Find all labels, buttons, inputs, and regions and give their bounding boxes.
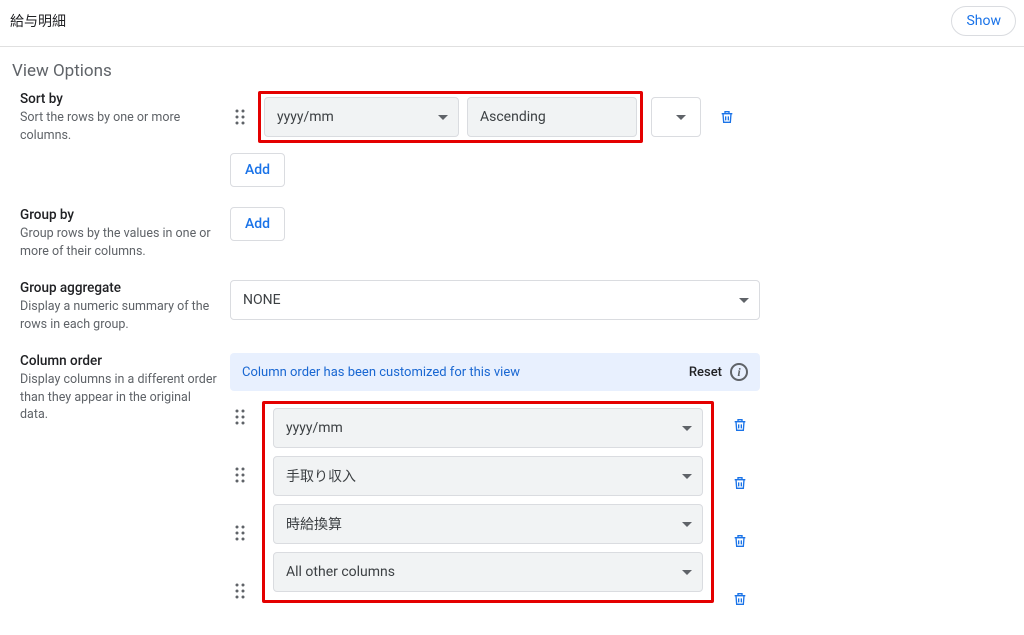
- drag-handle-icon[interactable]: [230, 467, 250, 507]
- group-aggregate-label: Group aggregate: [20, 280, 220, 296]
- column-order-banner: Column order has been customized for thi…: [230, 353, 760, 391]
- reset-column-order-button[interactable]: Reset: [689, 365, 722, 380]
- delete-column-button[interactable]: [722, 463, 758, 503]
- delete-column-button[interactable]: [722, 405, 758, 445]
- sort-column-value: yyyy/mm: [277, 109, 334, 125]
- group-aggregate-dropdown[interactable]: NONE: [230, 280, 760, 320]
- add-group-button[interactable]: Add: [230, 207, 285, 241]
- delete-column-button[interactable]: [722, 579, 758, 619]
- sort-by-label: Sort by: [20, 91, 220, 107]
- column-order-label: Column order: [20, 353, 220, 369]
- column-order-dropdown[interactable]: 時給換算: [273, 504, 703, 544]
- column-order-dropdown[interactable]: yyyy/mm: [273, 408, 703, 448]
- sort-column-dropdown[interactable]: yyyy/mm: [264, 97, 459, 137]
- column-order-desc: Display columns in a different order tha…: [20, 371, 220, 424]
- group-aggregate-value: NONE: [243, 292, 281, 308]
- top-bar: 給与明細 Show: [0, 0, 1024, 47]
- add-sort-button[interactable]: Add: [230, 153, 285, 187]
- column-order-dropdown[interactable]: All other columns: [273, 552, 703, 592]
- column-order-item: All other columns: [273, 552, 703, 592]
- sort-direction-dropdown[interactable]: Ascending: [467, 97, 637, 137]
- column-order-banner-text: Column order has been customized for thi…: [242, 365, 520, 380]
- column-order-item: yyyy/mm: [273, 408, 703, 448]
- chevron-down-icon: [676, 115, 686, 120]
- drag-handle-icon[interactable]: [230, 109, 250, 125]
- group-by-label: Group by: [20, 207, 220, 223]
- chevron-down-icon: [438, 115, 448, 120]
- group-aggregate-desc: Display a numeric summary of the rows in…: [20, 298, 220, 333]
- chevron-down-icon: [682, 522, 692, 527]
- sort-by-desc: Sort the rows by one or more columns.: [20, 109, 220, 144]
- delete-column-button[interactable]: [722, 521, 758, 561]
- column-order-item: 手取り収入: [273, 456, 703, 496]
- sort-by-row: Sort by Sort the rows by one or more col…: [20, 91, 1004, 187]
- sort-direction-value: Ascending: [480, 109, 546, 125]
- info-icon[interactable]: i: [730, 363, 748, 381]
- group-by-desc: Group rows by the values in one or more …: [20, 225, 220, 260]
- chevron-down-icon: [682, 570, 692, 575]
- drag-handle-icon[interactable]: [230, 409, 250, 449]
- drag-handle-icon[interactable]: [230, 583, 250, 623]
- column-order-dropdown[interactable]: 手取り収入: [273, 456, 703, 496]
- page-title: 給与明細: [10, 11, 66, 31]
- chevron-down-icon: [739, 298, 749, 303]
- sort-highlight-box: yyyy/mm Ascending: [258, 91, 643, 143]
- group-by-row: Group by Group rows by the values in one…: [20, 207, 1004, 260]
- show-button[interactable]: Show: [951, 6, 1016, 36]
- group-aggregate-row: Group aggregate Display a numeric summar…: [20, 280, 1004, 333]
- column-order-item: 時給換算: [273, 504, 703, 544]
- drag-handle-icon[interactable]: [230, 525, 250, 565]
- chevron-down-icon: [682, 426, 692, 431]
- chevron-down-icon: [682, 474, 692, 479]
- column-order-value: All other columns: [286, 564, 395, 580]
- column-order-value: yyyy/mm: [286, 420, 343, 436]
- sort-direction-chevron[interactable]: [651, 97, 701, 137]
- column-order-highlight-box: yyyy/mm 手取り収入 時給換算: [262, 401, 714, 603]
- column-order-value: 時給換算: [286, 514, 342, 534]
- column-order-row: Column order Display columns in a differ…: [20, 353, 1004, 631]
- delete-sort-button[interactable]: [709, 99, 745, 135]
- column-order-value: 手取り収入: [286, 466, 356, 486]
- view-options-heading: View Options: [0, 47, 1024, 87]
